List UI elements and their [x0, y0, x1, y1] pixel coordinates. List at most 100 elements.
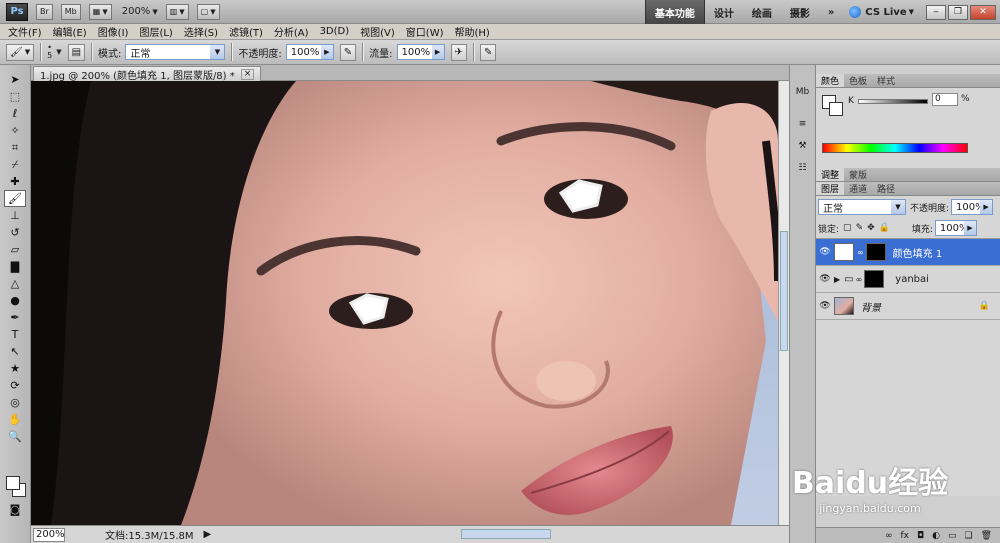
- layer-opacity-field[interactable]: 100% ▶: [951, 199, 994, 215]
- layer-style-icon[interactable]: fx: [900, 531, 909, 541]
- trash-icon[interactable]: 🗑: [981, 531, 992, 541]
- quick-select-tool-icon[interactable]: ✧: [4, 122, 26, 139]
- 3d-rotate-tool-icon[interactable]: ⟳: [4, 377, 26, 394]
- mode-select[interactable]: 正常 ▼: [125, 44, 226, 60]
- eye-icon[interactable]: 👁: [816, 247, 834, 257]
- chevron-right-icon[interactable]: ▶: [204, 529, 212, 540]
- close-button[interactable]: ✕: [970, 4, 996, 20]
- lock-position-icon[interactable]: ✥: [867, 223, 875, 233]
- healing-brush-tool-icon[interactable]: ✚: [4, 173, 26, 190]
- eyedropper-tool-icon[interactable]: ⌿: [4, 156, 26, 173]
- color-spectrum[interactable]: [822, 143, 968, 153]
- pressure-opacity-button[interactable]: ✎: [339, 43, 357, 61]
- marquee-tool-icon[interactable]: ⬚: [4, 88, 26, 105]
- history-icon[interactable]: ☷: [793, 159, 813, 177]
- crop-tool-icon[interactable]: ⌗: [4, 139, 26, 156]
- view-extras-button[interactable]: ▦ ▼: [88, 3, 112, 20]
- menu-analysis[interactable]: 分析(A): [274, 24, 309, 39]
- vertical-scroll-thumb[interactable]: [780, 231, 788, 351]
- 3d-orbit-tool-icon[interactable]: ◎: [4, 394, 26, 411]
- dodge-tool-icon[interactable]: ●: [4, 292, 26, 309]
- new-group-icon[interactable]: ▭: [948, 531, 957, 541]
- type-tool-icon[interactable]: T: [4, 326, 26, 343]
- lock-all-icon[interactable]: 🔒: [879, 223, 890, 233]
- gradient-tool-icon[interactable]: ▇: [4, 258, 26, 275]
- adjustment-layer-icon[interactable]: ◐: [932, 531, 940, 541]
- tab-color[interactable]: 颜色: [816, 74, 845, 87]
- tab-masks[interactable]: 蒙版: [844, 168, 872, 181]
- history-brush-tool-icon[interactable]: ↺: [4, 224, 26, 241]
- arrange-documents-button[interactable]: ▥ ▼: [165, 3, 189, 20]
- menu-3d[interactable]: 3D(D): [320, 26, 350, 37]
- chevron-right-icon[interactable]: ▶: [320, 45, 333, 59]
- workspace-painting[interactable]: 绘画: [743, 0, 781, 24]
- menu-filter[interactable]: 滤镜(T): [229, 24, 263, 39]
- add-mask-icon[interactable]: ◘: [917, 531, 924, 541]
- horizontal-scroll-thumb[interactable]: [461, 529, 551, 539]
- menu-image[interactable]: 图像(I): [98, 24, 129, 39]
- brush-tool-icon[interactable]: 🖌: [4, 190, 26, 207]
- workspace-essentials[interactable]: 基本功能: [644, 0, 705, 24]
- chain-icon[interactable]: ∞: [857, 248, 864, 257]
- eraser-tool-icon[interactable]: ▱: [4, 241, 26, 258]
- chevron-down-icon[interactable]: ▼: [56, 48, 61, 56]
- menu-view[interactable]: 视图(V): [360, 24, 395, 39]
- more-workspaces-button[interactable]: »: [819, 0, 843, 24]
- cs-live-button[interactable]: CS Live ▼: [849, 6, 914, 18]
- tab-styles[interactable]: 样式: [872, 74, 900, 87]
- lock-pixels-icon[interactable]: ✎: [856, 223, 864, 233]
- move-tool-icon[interactable]: ➤: [4, 71, 26, 88]
- close-icon[interactable]: ×: [240, 68, 255, 80]
- menu-help[interactable]: 帮助(H): [455, 24, 490, 39]
- layer-mask-thumbnail[interactable]: [864, 270, 885, 288]
- eye-icon[interactable]: 👁: [816, 274, 834, 284]
- hand-tool-icon[interactable]: ✋: [4, 411, 26, 428]
- tab-layers[interactable]: 图层: [816, 182, 845, 195]
- document-size[interactable]: 文档:15.3M/15.8M: [105, 527, 194, 542]
- clone-stamp-tool-icon[interactable]: ⊥: [4, 207, 26, 224]
- opacity-field[interactable]: 100% ▶: [285, 44, 334, 60]
- pressure-size-button[interactable]: ✎: [479, 43, 497, 61]
- document-tab[interactable]: 1.jpg @ 200% (颜色填充 1, 图层蒙版/8) * ×: [33, 66, 262, 82]
- tab-swatches[interactable]: 色板: [844, 74, 872, 87]
- fill-field[interactable]: 100% ▶: [934, 220, 977, 236]
- menu-file[interactable]: 文件(F): [8, 24, 42, 39]
- tab-paths[interactable]: 路径: [872, 182, 900, 195]
- zoom-level[interactable]: 200%: [122, 6, 151, 17]
- status-zoom-field[interactable]: 200%: [33, 527, 65, 542]
- image-canvas[interactable]: [31, 81, 778, 525]
- chevron-right-icon[interactable]: ▶: [834, 275, 840, 284]
- brush-panel-toggle[interactable]: ▤: [67, 43, 86, 61]
- minimize-button[interactable]: ‒: [926, 4, 946, 20]
- k-slider[interactable]: [858, 99, 928, 104]
- mini-bridge-icon[interactable]: Mb: [793, 83, 813, 101]
- screen-mode-button[interactable]: ▢ ▼: [196, 3, 220, 20]
- tab-channels[interactable]: 通道: [844, 182, 872, 195]
- workspace-design[interactable]: 设计: [705, 0, 743, 24]
- path-select-tool-icon[interactable]: ↖: [4, 343, 26, 360]
- lock-transparent-icon[interactable]: ▢: [843, 223, 852, 233]
- lasso-tool-icon[interactable]: ℓ: [4, 105, 26, 122]
- k-value-field[interactable]: 0: [932, 93, 958, 106]
- tool-preset-picker[interactable]: 🖌 ▼: [6, 43, 35, 61]
- pen-tool-icon[interactable]: ✒: [4, 309, 26, 326]
- flow-field[interactable]: 100% ▶: [396, 44, 445, 60]
- zoom-tool-icon[interactable]: 🔍: [4, 428, 26, 445]
- brush-preset-picker[interactable]: • 5: [47, 44, 52, 60]
- layer-mask-thumbnail[interactable]: [865, 243, 886, 261]
- airbrush-button[interactable]: ✈: [450, 43, 467, 61]
- menu-layer[interactable]: 图层(L): [139, 24, 172, 39]
- bridge-button[interactable]: Br: [36, 3, 53, 20]
- menu-edit[interactable]: 编辑(E): [53, 24, 87, 39]
- workspace-photography[interactable]: 摄影: [781, 0, 819, 24]
- menu-select[interactable]: 选择(S): [184, 24, 218, 39]
- mini-bridge-button[interactable]: Mb: [60, 3, 81, 20]
- quick-mask-icon[interactable]: ◙: [4, 501, 26, 518]
- foreground-color-swatch[interactable]: [6, 476, 20, 490]
- blur-tool-icon[interactable]: △: [4, 275, 26, 292]
- restore-button[interactable]: ❐: [948, 4, 968, 20]
- menu-window[interactable]: 窗口(W): [406, 24, 444, 39]
- eye-icon[interactable]: 👁: [816, 301, 834, 311]
- chevron-down-icon[interactable]: ▼: [152, 8, 157, 16]
- link-layers-icon[interactable]: ∞: [885, 531, 893, 541]
